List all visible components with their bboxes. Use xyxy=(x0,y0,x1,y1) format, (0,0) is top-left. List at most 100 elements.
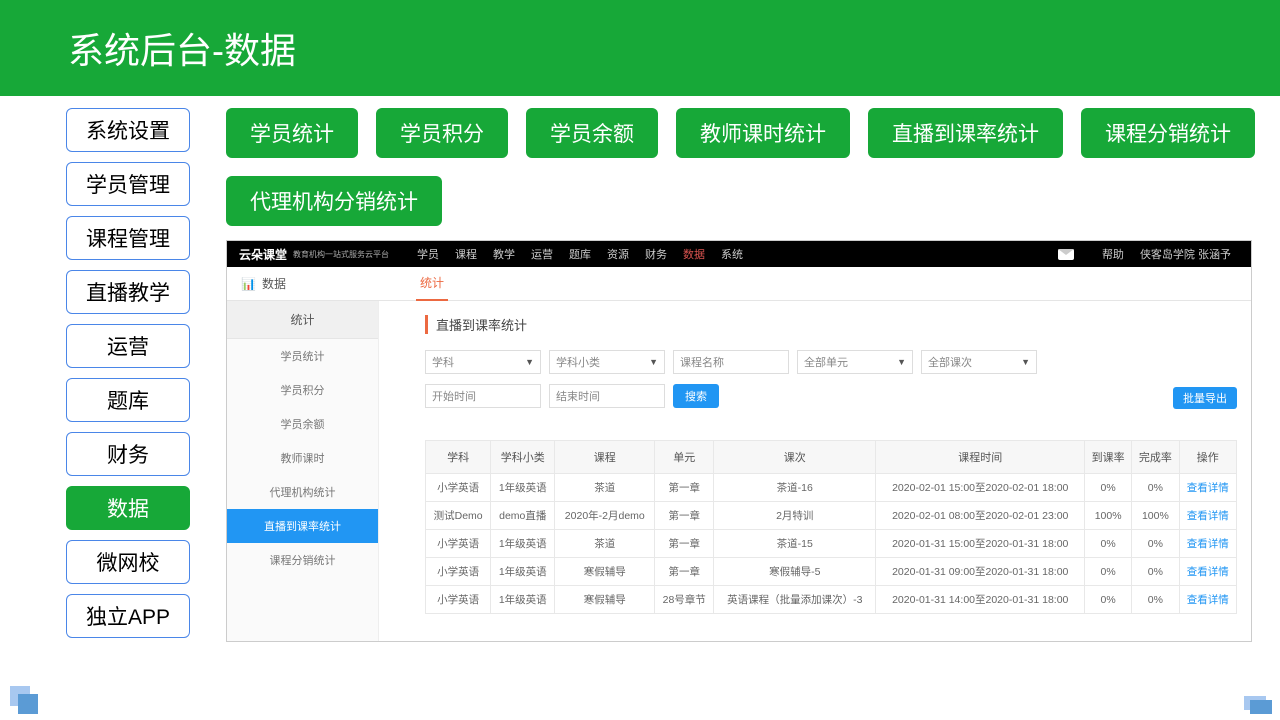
table-row: 小学英语1年级英语寒假辅导28号章节英语课程（批量添加课次）-32020-01-… xyxy=(426,586,1237,614)
sidenav-item-2[interactable]: 课程管理 xyxy=(66,216,190,260)
sidenav-item-6[interactable]: 财务 xyxy=(66,432,190,476)
cell: 2020-02-01 15:00至2020-02-01 18:00 xyxy=(876,474,1085,502)
page-title: 系统后台-数据 xyxy=(68,22,296,74)
topmenu-学员[interactable]: 学员 xyxy=(417,249,439,261)
cell: 小学英语 xyxy=(426,558,491,586)
cell: 0% xyxy=(1085,586,1132,614)
cell: 小学英语 xyxy=(426,586,491,614)
side-nav: 系统设置学员管理课程管理直播教学运营题库财务数据微网校独立APP xyxy=(0,108,200,648)
panel-side-item-5[interactable]: 直播到课率统计 xyxy=(227,509,378,543)
help-link[interactable]: 帮助 xyxy=(1102,246,1124,262)
panel-side-item-6[interactable]: 课程分销统计 xyxy=(227,543,378,577)
col-header: 完成率 xyxy=(1132,441,1179,474)
cell: 英语课程（批量添加课次）-3 xyxy=(714,586,876,614)
page-header: 系统后台-数据 xyxy=(0,0,1280,96)
cell: 2020-01-31 15:00至2020-01-31 18:00 xyxy=(876,530,1085,558)
view-detail-link[interactable]: 查看详情 xyxy=(1179,502,1236,530)
cell: 2020年-2月demo xyxy=(555,502,655,530)
cell: 28号章节 xyxy=(655,586,714,614)
filter-start-time[interactable]: 开始时间 xyxy=(425,384,541,408)
filter-lesson[interactable]: 全部课次▼ xyxy=(921,350,1037,374)
tab-row: 学员统计学员积分学员余额教师课时统计直播到课率统计课程分销统计代理机构分销统计 xyxy=(226,108,1258,226)
panel-side: 统计 学员统计学员积分学员余额教师课时代理机构统计直播到课率统计课程分销统计 xyxy=(227,301,379,641)
tab-1[interactable]: 学员积分 xyxy=(376,108,508,158)
tab-6[interactable]: 代理机构分销统计 xyxy=(226,176,442,226)
cell: 寒假辅导 xyxy=(555,558,655,586)
stats-icon: 📊 xyxy=(241,277,256,291)
mail-icon[interactable] xyxy=(1058,249,1074,260)
panel-side-item-1[interactable]: 学员积分 xyxy=(227,373,378,407)
table-row: 小学英语1年级英语寒假辅导第一章寒假辅导-52020-01-31 09:00至2… xyxy=(426,558,1237,586)
topmenu-系统[interactable]: 系统 xyxy=(721,249,743,261)
tab-3[interactable]: 教师课时统计 xyxy=(676,108,850,158)
cell: 小学英语 xyxy=(426,474,491,502)
search-button[interactable]: 搜索 xyxy=(673,384,719,408)
topmenu-资源[interactable]: 资源 xyxy=(607,249,629,261)
sidenav-item-1[interactable]: 学员管理 xyxy=(66,162,190,206)
subbar-stat[interactable]: 统计 xyxy=(416,266,448,301)
table-row: 测试Demodemo直播2020年-2月demo第一章2月特训2020-02-0… xyxy=(426,502,1237,530)
topmenu-教学[interactable]: 教学 xyxy=(493,249,515,261)
filter-end-time[interactable]: 结束时间 xyxy=(549,384,665,408)
decoration-bottom-right xyxy=(1244,696,1274,714)
col-header: 操作 xyxy=(1179,441,1236,474)
cell: demo直播 xyxy=(491,502,555,530)
view-detail-link[interactable]: 查看详情 xyxy=(1179,474,1236,502)
cell: 茶道 xyxy=(555,474,655,502)
panel-side-item-0[interactable]: 学员统计 xyxy=(227,339,378,373)
tab-4[interactable]: 直播到课率统计 xyxy=(868,108,1063,158)
sidenav-item-3[interactable]: 直播教学 xyxy=(66,270,190,314)
cell: 2020-01-31 14:00至2020-01-31 18:00 xyxy=(876,586,1085,614)
sidenav-item-7[interactable]: 数据 xyxy=(66,486,190,530)
view-detail-link[interactable]: 查看详情 xyxy=(1179,586,1236,614)
cell: 茶道 xyxy=(555,530,655,558)
tab-5[interactable]: 课程分销统计 xyxy=(1081,108,1255,158)
col-header: 到课率 xyxy=(1085,441,1132,474)
panel-side-item-4[interactable]: 代理机构统计 xyxy=(227,475,378,509)
cell: 寒假辅导 xyxy=(555,586,655,614)
subbar-data: 数据 xyxy=(262,275,286,292)
filter-subclass[interactable]: 学科小类▼ xyxy=(549,350,665,374)
logo-text: 云朵课堂 xyxy=(239,246,287,263)
view-detail-link[interactable]: 查看详情 xyxy=(1179,558,1236,586)
export-button[interactable]: 批量导出 xyxy=(1173,387,1237,409)
panel-side-head: 统计 xyxy=(227,301,378,339)
cell: 0% xyxy=(1132,530,1179,558)
topmenu-财务[interactable]: 财务 xyxy=(645,249,667,261)
topmenu-运营[interactable]: 运营 xyxy=(531,249,553,261)
user-label[interactable]: 侠客岛学院 张涵予 xyxy=(1140,246,1231,262)
cell: 1年级英语 xyxy=(491,530,555,558)
panel-side-item-3[interactable]: 教师课时 xyxy=(227,441,378,475)
topmenu-课程[interactable]: 课程 xyxy=(455,249,477,261)
filter-course-name[interactable]: 课程名称 xyxy=(673,350,789,374)
table-row: 小学英语1年级英语茶道第一章茶道-152020-01-31 15:00至2020… xyxy=(426,530,1237,558)
cell: 茶道-16 xyxy=(714,474,876,502)
sidenav-item-0[interactable]: 系统设置 xyxy=(66,108,190,152)
topmenu-数据[interactable]: 数据 xyxy=(683,249,705,261)
tab-2[interactable]: 学员余额 xyxy=(526,108,658,158)
cell: 0% xyxy=(1085,558,1132,586)
view-detail-link[interactable]: 查看详情 xyxy=(1179,530,1236,558)
cell: 1年级英语 xyxy=(491,474,555,502)
filter-subject[interactable]: 学科▼ xyxy=(425,350,541,374)
col-header: 学科 xyxy=(426,441,491,474)
logo-subtitle: 教育机构一站式服务云平台 xyxy=(293,249,389,260)
sidenav-item-4[interactable]: 运营 xyxy=(66,324,190,368)
panel-side-item-2[interactable]: 学员余额 xyxy=(227,407,378,441)
cell: 0% xyxy=(1132,558,1179,586)
cell: 小学英语 xyxy=(426,530,491,558)
col-header: 课程时间 xyxy=(876,441,1085,474)
cell: 0% xyxy=(1132,586,1179,614)
cell: 0% xyxy=(1085,474,1132,502)
filter-unit[interactable]: 全部单元▼ xyxy=(797,350,913,374)
tab-0[interactable]: 学员统计 xyxy=(226,108,358,158)
sidenav-item-5[interactable]: 题库 xyxy=(66,378,190,422)
cell: 0% xyxy=(1132,474,1179,502)
top-menu-bar: 云朵课堂 教育机构一站式服务云平台 学员课程教学运营题库资源财务数据系统 帮助 … xyxy=(227,241,1251,267)
topmenu-题库[interactable]: 题库 xyxy=(569,249,591,261)
sidenav-item-9[interactable]: 独立APP xyxy=(66,594,190,638)
cell: 测试Demo xyxy=(426,502,491,530)
sidenav-item-8[interactable]: 微网校 xyxy=(66,540,190,584)
cell: 第一章 xyxy=(655,530,714,558)
cell: 100% xyxy=(1132,502,1179,530)
